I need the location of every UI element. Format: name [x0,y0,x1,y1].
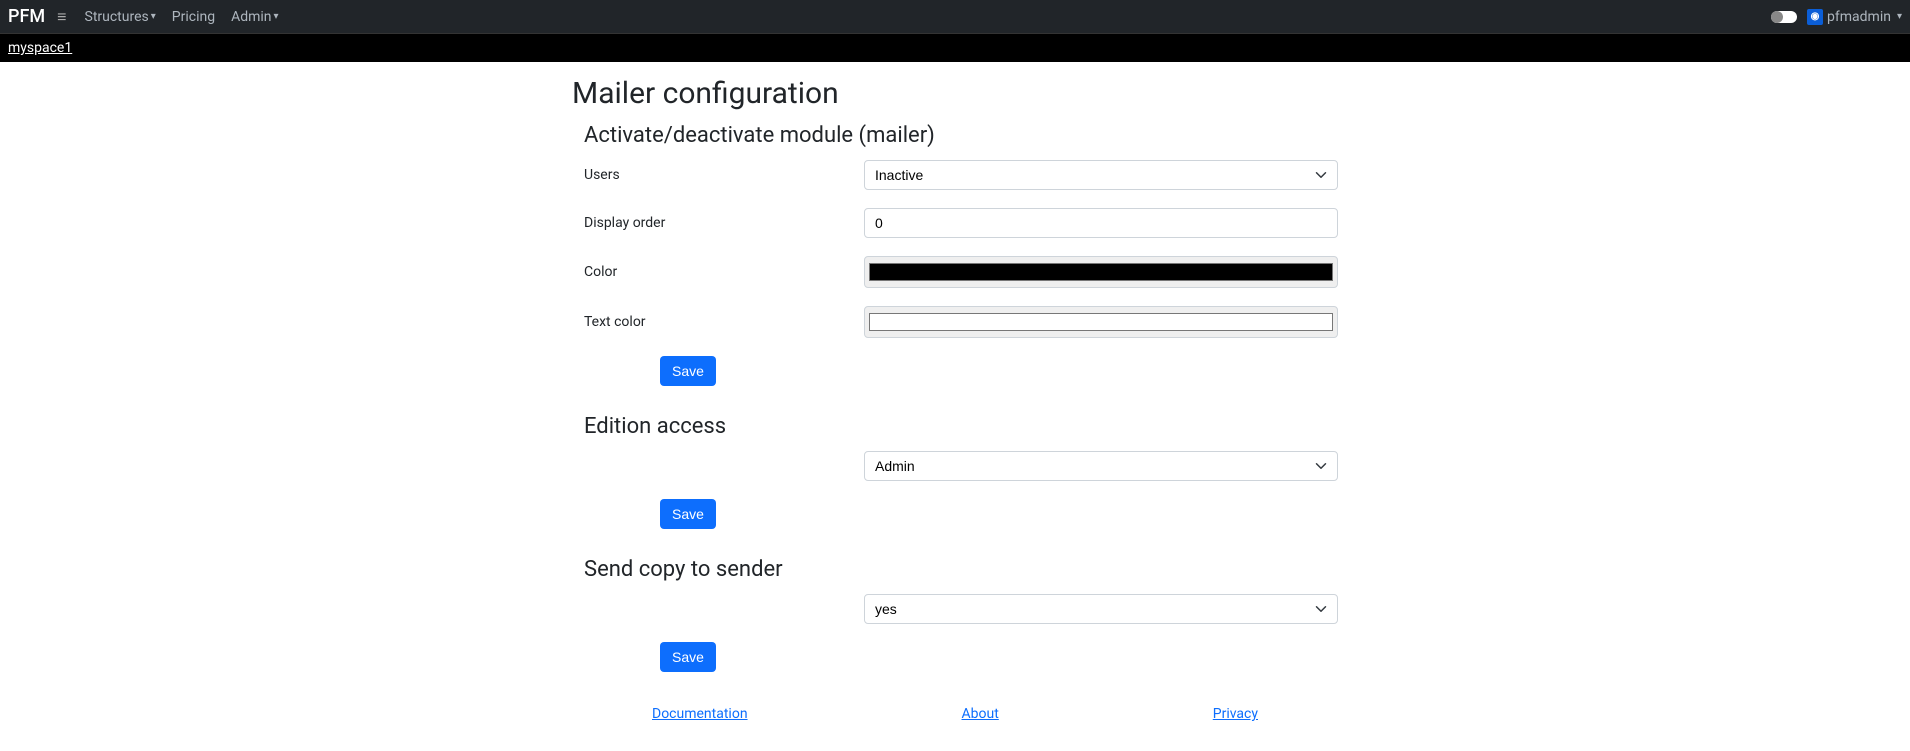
save-edition-button[interactable]: Save [660,499,716,529]
save-sendcopy-button[interactable]: Save [660,642,716,672]
breadcrumb-space[interactable]: myspace1 [8,40,72,56]
save-activate-button[interactable]: Save [660,356,716,386]
display-order-label: Display order [584,215,864,231]
nav-admin[interactable]: Admin ▾ [225,5,284,29]
section-sendcopy-title: Send copy to sender [584,557,1338,582]
footer-links: Documentation About Privacy [572,700,1338,742]
section-activate-title: Activate/deactivate module (mailer) [584,123,1338,148]
section-edition: Edition access Admin Save [572,414,1338,529]
nav-admin-label: Admin [231,9,271,25]
chevron-down-icon: ▾ [274,11,279,22]
edition-access-select[interactable]: Admin [864,451,1338,481]
breadcrumb-bar: myspace1 [0,34,1910,62]
user-menu[interactable]: ◉ pfmadmin ▾ [1807,9,1902,25]
nav-structures-label: Structures [85,9,149,25]
footer-documentation-link[interactable]: Documentation [652,706,748,722]
navbar-top: PFM ≡ Structures ▾ Pricing Admin ▾ ◉ pfm… [0,0,1910,34]
page-title: Mailer configuration [572,76,1338,111]
theme-toggle[interactable] [1771,11,1797,23]
section-activate: Activate/deactivate module (mailer) User… [572,123,1338,386]
brand-link[interactable]: PFM [8,6,45,27]
nav-pricing[interactable]: Pricing [166,5,221,29]
username-label: pfmadmin [1827,9,1891,25]
sendcopy-select[interactable]: yes [864,594,1338,624]
chevron-down-icon: ▾ [151,11,156,22]
display-order-input[interactable] [864,208,1338,238]
users-select[interactable]: Inactive [864,160,1338,190]
footer-about-link[interactable]: About [962,706,999,722]
footer-privacy-link[interactable]: Privacy [1213,706,1258,722]
section-edition-title: Edition access [584,414,1338,439]
color-label: Color [584,264,864,280]
section-sendcopy: Send copy to sender yes Save [572,557,1338,672]
menu-icon[interactable]: ≡ [57,7,66,27]
text-color-label: Text color [584,314,864,330]
chevron-down-icon: ▾ [1897,11,1902,22]
nav-structures[interactable]: Structures ▾ [79,5,162,29]
text-color-input[interactable] [864,306,1338,338]
users-label: Users [584,167,864,183]
avatar-icon: ◉ [1807,9,1823,25]
color-input[interactable] [864,256,1338,288]
